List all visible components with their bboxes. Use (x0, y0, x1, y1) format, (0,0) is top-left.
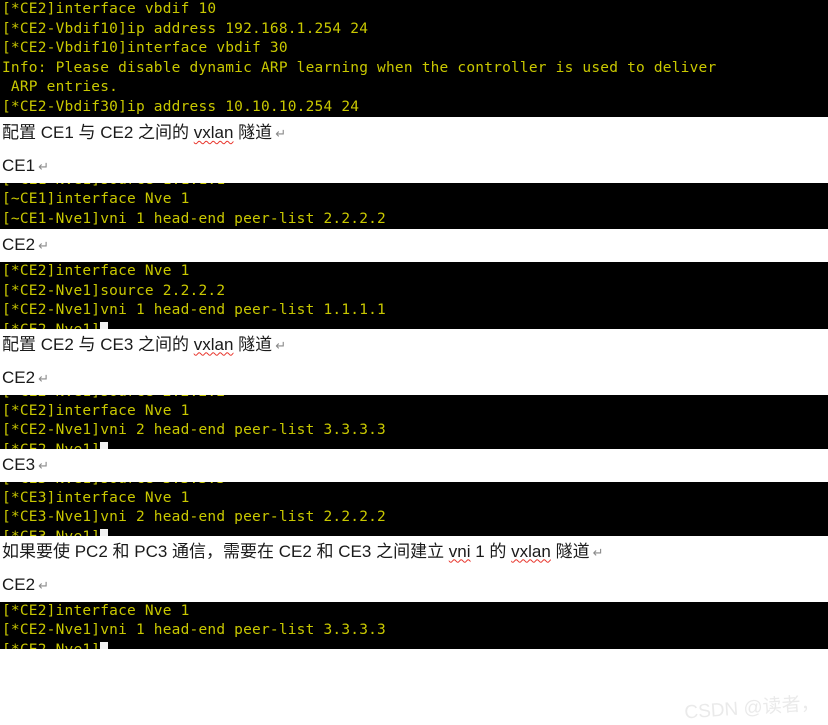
prose-text: 1 的 (470, 541, 512, 561)
terminal-clipped-line-bottom: [*CE2-Nve1] (2, 441, 828, 449)
prose-text: 配置 CE2 与 CE3 之间的 (2, 334, 194, 354)
paragraph-mark-icon: ↵ (275, 337, 287, 353)
prose-paragraph: 配置 CE2 与 CE3 之间的 vxlan 隧道 ↵ (2, 329, 828, 362)
terminal-line: [*CE2]interface Nve 1 (2, 602, 190, 619)
paragraph-mark-icon: ↵ (38, 159, 49, 174)
terminal-line: [*CE3]interface Nve 1 (2, 489, 190, 506)
terminal-line: ARP entries. (2, 79, 119, 95)
paragraph-mark-icon: ↵ (592, 544, 604, 560)
prose-label-ce2-a: CE2 ↵ (0, 229, 828, 262)
terminal-line: [*CE2-Vbdif10]interface vbdif 30 (2, 40, 288, 56)
prose-text: 隧道 (233, 334, 273, 354)
terminal-line: [*CE2-Nve1] (2, 641, 828, 649)
terminal-ce2-nve1[interactable]: [*CE2]interface Nve 1 [*CE2-Nve1]source 2… (0, 262, 828, 329)
terminal-cursor (100, 441, 109, 449)
document-root: [*CE2]interface vbdif 10 [*CE2-Vbdif10]ip… (0, 0, 828, 649)
paragraph-mark-icon: ↵ (38, 238, 49, 253)
terminal-clipped-line-bottom: [*CE3-Nve1] (2, 528, 828, 536)
terminal-line: [*CE3-Nve1]vni 2 head-end peer-list 2.2.… (2, 509, 386, 525)
terminal-line: [*CE3-Nve1]source 3.3.3.3 (2, 482, 828, 489)
terminal-clipped-line-bottom: [*CE2-Nve1] (2, 641, 828, 649)
terminal-line: [*CE2-Nve1]vni 1 head-end peer-list 1.1.… (2, 302, 386, 318)
prose-text: CE2 (2, 235, 36, 254)
terminal-ce2-nve-vni2[interactable]: [*CE2-Nve1]source 2.2.2.2[*CE2]interface… (0, 394, 828, 449)
terminal-cursor (100, 321, 109, 329)
paragraph-mark-icon: ↵ (38, 370, 49, 386)
prose-label-ce3: CE3 ↵ (0, 448, 828, 482)
prose-text: 隧道 (550, 541, 590, 561)
terminal-clipped-line-top: [~CE1-Nve1]source 1.1.1.1 (2, 183, 828, 190)
prose-text: 如果要使 PC2 和 PC3 通信，需要在 CE2 和 CE3 之间建立 (2, 541, 449, 561)
terminal-line: [~CE1-Nve1]vni 1 head-end peer-list 2.2.… (2, 210, 386, 227)
terminal-cursor (100, 641, 109, 649)
terminal-ce2-nve-vni1-peer3[interactable]: [*CE2]interface Nve 1 [*CE2-Nve1]vni 1 he… (0, 601, 828, 649)
terminal-ce2-vbdif[interactable]: [*CE2]interface vbdif 10 [*CE2-Vbdif10]ip… (0, 0, 828, 117)
terminal-ce1-nve[interactable]: [~CE1-Nve1]source 1.1.1.1[~CE1]interface… (0, 183, 828, 229)
terminal-line: [*CE2]interface Nve 1 (2, 402, 190, 419)
prose-paragraph: CE2 ↵ (2, 569, 828, 602)
terminal-line: Info: Please disable dynamic ARP learnin… (2, 59, 717, 76)
misspelled-word: vni (448, 541, 471, 561)
terminal-line: [*CE2-Nve1]source 2.2.2.2 (2, 282, 226, 299)
terminal-line: [*CE2-Nve1] (2, 441, 828, 449)
prose-text: CE1 (2, 156, 36, 175)
terminal-line: [*CE2-Vbdif10]ip address 192.168.1.254 2… (2, 20, 369, 37)
prose-text: CE2 (2, 574, 36, 594)
misspelled-word: vxlan (511, 541, 551, 561)
prose-paragraph: CE2 ↵ (2, 229, 828, 262)
terminal-clipped-line-bottom: [*CE2-Nve1] (2, 321, 828, 329)
prose-text: CE3 (2, 454, 36, 474)
terminal-line: [*CE2-Vbdif30]ip address 10.10.10.254 24 (2, 98, 360, 115)
prose-ce1-ce2-tunnel: 配置 CE1 与 CE2 之间的 vxlan 隧道 ↵ CE1 ↵ (0, 117, 828, 183)
paragraph-mark-icon: ↵ (275, 126, 287, 141)
prose-text: 隧道 (233, 123, 273, 142)
terminal-line: [*CE2]interface Nve 1 (2, 263, 190, 279)
terminal-line: [*CE2]interface vbdif 10 (2, 1, 217, 17)
prose-text: CE2 (2, 367, 36, 387)
prose-pc2-pc3-note: 如果要使 PC2 和 PC3 通信，需要在 CE2 和 CE3 之间建立 vni… (0, 535, 828, 602)
terminal-line: [*CE2-Nve1]vni 2 head-end peer-list 3.3.… (2, 422, 386, 438)
terminal-line: [~CE1]interface Nve 1 (2, 191, 190, 207)
prose-paragraph: 如果要使 PC2 和 PC3 通信，需要在 CE2 和 CE3 之间建立 vni… (2, 536, 828, 569)
misspelled-word: vxlan (193, 123, 234, 142)
terminal-line: [*CE3-Nve1] (2, 528, 828, 536)
terminal-line: [*CE2-Nve1] (2, 321, 828, 329)
terminal-line: [~CE1-Nve1]source 1.1.1.1 (2, 183, 828, 190)
terminal-cursor (100, 528, 109, 536)
prose-paragraph: 配置 CE1 与 CE2 之间的 vxlan 隧道 ↵ (2, 117, 828, 150)
terminal-clipped-line-top: [*CE3-Nve1]source 3.3.3.3 (2, 482, 828, 489)
prose-paragraph: CE2 ↵ (2, 362, 828, 395)
prose-paragraph: CE1 ↵ (2, 150, 828, 183)
terminal-clipped-line-top: [*CE2-Nve1]source 2.2.2.2 (2, 395, 828, 402)
paragraph-mark-icon: ↵ (38, 577, 49, 593)
terminal-ce3-nve-vni2[interactable]: [*CE3-Nve1]source 3.3.3.3[*CE3]interface… (0, 481, 828, 536)
terminal-line: [*CE2-Nve1]source 2.2.2.2 (2, 395, 828, 402)
terminal-line: [*CE2-Nve1]vni 1 head-end peer-list 3.3.… (2, 622, 386, 638)
misspelled-word: vxlan (193, 334, 234, 354)
csdn-watermark: CSDN @读者， (683, 693, 820, 724)
prose-paragraph: CE3 ↵ (2, 449, 828, 482)
prose-ce2-ce3-tunnel: 配置 CE2 与 CE3 之间的 vxlan 隧道 ↵ CE2 ↵ (0, 328, 828, 395)
prose-text: 配置 CE1 与 CE2 之间的 (2, 123, 194, 142)
paragraph-mark-icon: ↵ (38, 457, 49, 473)
